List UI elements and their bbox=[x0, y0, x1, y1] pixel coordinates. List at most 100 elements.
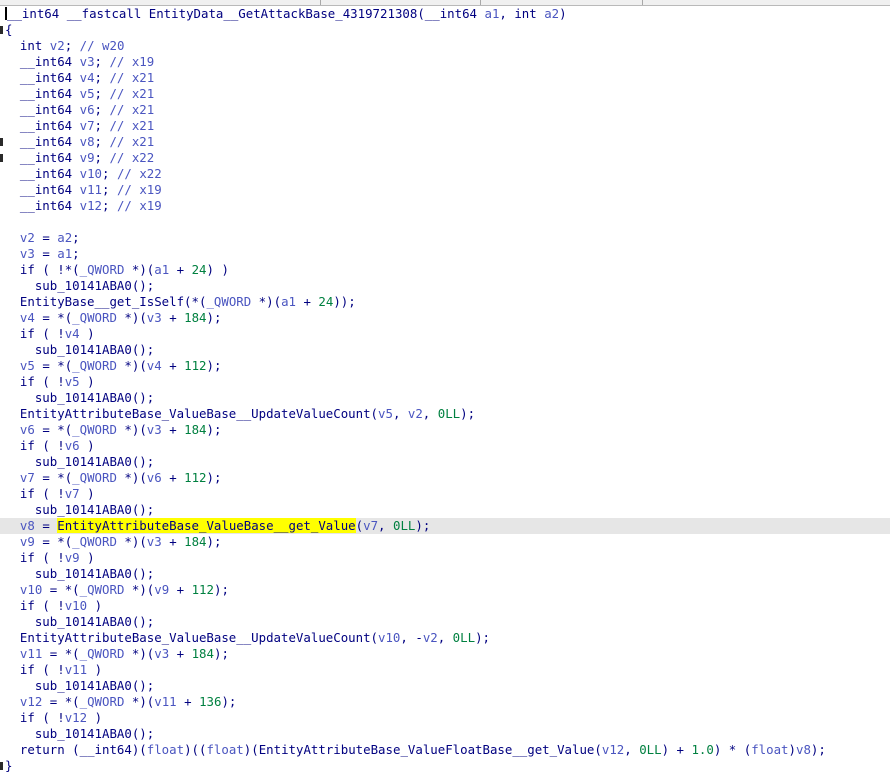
pseudocode-editor[interactable]: __int64 __fastcall EntityData__GetAttack… bbox=[0, 6, 890, 774]
code-line[interactable]: sub_10141ABA0(); bbox=[0, 726, 890, 742]
code-line[interactable]: __int64 v10; // x22 bbox=[0, 166, 890, 182]
punctuation-token[interactable]: = bbox=[50, 646, 57, 661]
code-line[interactable]: sub_10141ABA0(); bbox=[0, 454, 890, 470]
punctuation-token[interactable]: + bbox=[169, 534, 176, 549]
identifier-token[interactable]: if bbox=[20, 486, 35, 501]
punctuation-token[interactable]: *)( bbox=[132, 646, 154, 661]
variable-token[interactable]: v3 bbox=[147, 310, 162, 325]
identifier-token[interactable]: EntityAttributeBase_ValueBase__UpdateVal… bbox=[20, 630, 371, 645]
punctuation-token[interactable]: + bbox=[169, 358, 176, 373]
punctuation-token[interactable]: *)( bbox=[124, 422, 146, 437]
code-line[interactable]: if ( !v6 ) bbox=[0, 438, 890, 454]
identifier-token[interactable]: sub_10141ABA0 bbox=[35, 502, 132, 517]
punctuation-token[interactable]: ( bbox=[417, 6, 424, 21]
punctuation-token[interactable]: ( bbox=[42, 598, 49, 613]
comment-token[interactable]: // x22 bbox=[117, 166, 162, 181]
code-line[interactable]: v2 = a2; bbox=[0, 230, 890, 246]
punctuation-token[interactable]: ; bbox=[65, 38, 72, 53]
identifier-token[interactable]: int bbox=[514, 6, 536, 21]
punctuation-token[interactable]: ) bbox=[789, 742, 796, 757]
punctuation-token[interactable]: , bbox=[624, 742, 631, 757]
punctuation-token[interactable]: ! bbox=[57, 486, 64, 501]
code-line[interactable]: } bbox=[0, 758, 890, 774]
comment-token[interactable]: // x19 bbox=[117, 182, 162, 197]
code-line[interactable]: __int64 __fastcall EntityData__GetAttack… bbox=[0, 6, 890, 22]
punctuation-token[interactable]: = bbox=[42, 518, 49, 533]
number-token[interactable]: 184 bbox=[192, 646, 214, 661]
current-code-line[interactable]: v8 = EntityAttributeBase_ValueBase__get_… bbox=[0, 518, 890, 534]
punctuation-token[interactable]: ) bbox=[87, 438, 94, 453]
punctuation-token[interactable]: *)( bbox=[124, 534, 146, 549]
code-line[interactable]: v3 = a1; bbox=[0, 246, 890, 262]
variable-token[interactable]: v8 bbox=[80, 134, 95, 149]
type-token[interactable]: _QWORD bbox=[80, 262, 125, 277]
variable-token[interactable]: a1 bbox=[281, 294, 296, 309]
punctuation-token[interactable]: = bbox=[42, 422, 49, 437]
punctuation-token[interactable]: (); bbox=[132, 390, 154, 405]
punctuation-token[interactable]: ( bbox=[42, 326, 49, 341]
punctuation-token[interactable]: ) bbox=[87, 550, 94, 565]
identifier-token[interactable]: __int64 bbox=[425, 6, 477, 21]
code-line[interactable]: v10 = *(_QWORD *)(v9 + 112); bbox=[0, 582, 890, 598]
number-token[interactable]: 24 bbox=[192, 262, 207, 277]
punctuation-token[interactable]: ( bbox=[594, 742, 601, 757]
identifier-token[interactable]: __int64 bbox=[20, 54, 72, 69]
variable-token[interactable]: v4 bbox=[80, 70, 95, 85]
punctuation-token[interactable]: ; bbox=[95, 150, 102, 165]
variable-token[interactable]: a2 bbox=[57, 230, 72, 245]
code-line[interactable]: if ( !v4 ) bbox=[0, 326, 890, 342]
variable-token[interactable]: v2 bbox=[408, 406, 423, 421]
punctuation-token[interactable]: = bbox=[42, 534, 49, 549]
punctuation-token[interactable]: *)( bbox=[259, 294, 281, 309]
punctuation-token[interactable]: ( bbox=[42, 486, 49, 501]
code-line[interactable]: v7 = *(_QWORD *)(v6 + 112); bbox=[0, 470, 890, 486]
comment-token[interactable]: // x21 bbox=[109, 118, 154, 133]
punctuation-token[interactable]: (); bbox=[132, 678, 154, 693]
punctuation-token[interactable]: (); bbox=[132, 566, 154, 581]
variable-token[interactable]: v5 bbox=[378, 406, 393, 421]
code-line[interactable]: if ( !v9 ) bbox=[0, 550, 890, 566]
code-line[interactable]: v11 = *(_QWORD *)(v3 + 184); bbox=[0, 646, 890, 662]
identifier-token[interactable]: EntityBase__get_IsSelf bbox=[20, 294, 184, 309]
variable-token[interactable]: a1 bbox=[154, 262, 169, 277]
number-token[interactable]: 0LL bbox=[453, 630, 475, 645]
punctuation-token[interactable]: ( bbox=[42, 438, 49, 453]
variable-token[interactable]: v4 bbox=[147, 358, 162, 373]
punctuation-token[interactable]: *)( bbox=[132, 694, 154, 709]
punctuation-token[interactable]: ; bbox=[95, 102, 102, 117]
punctuation-token[interactable]: ); bbox=[214, 646, 229, 661]
identifier-token[interactable]: EntityAttributeBase_ValueBase__UpdateVal… bbox=[20, 406, 371, 421]
identifier-token[interactable]: if bbox=[20, 710, 35, 725]
variable-token[interactable]: v7 bbox=[65, 486, 80, 501]
punctuation-token[interactable]: + bbox=[169, 310, 176, 325]
identifier-token[interactable]: EntityData__GetAttackBase_4319721308 bbox=[149, 6, 418, 21]
code-line[interactable]: sub_10141ABA0(); bbox=[0, 390, 890, 406]
code-line[interactable]: if ( !v7 ) bbox=[0, 486, 890, 502]
punctuation-token[interactable]: = bbox=[42, 230, 49, 245]
punctuation-token[interactable]: ! bbox=[57, 374, 64, 389]
number-token[interactable]: 24 bbox=[318, 294, 333, 309]
code-line[interactable]: __int64 v12; // x19 bbox=[0, 198, 890, 214]
punctuation-token[interactable]: ) bbox=[95, 598, 102, 613]
number-token[interactable]: 0LL bbox=[393, 518, 415, 533]
punctuation-token[interactable]: *( bbox=[57, 358, 72, 373]
variable-token[interactable]: v10 bbox=[65, 598, 87, 613]
identifier-token[interactable]: return bbox=[20, 742, 65, 757]
variable-token[interactable]: v12 bbox=[65, 710, 87, 725]
code-line[interactable]: v9 = *(_QWORD *)(v3 + 184); bbox=[0, 534, 890, 550]
variable-token[interactable]: v3 bbox=[147, 422, 162, 437]
comment-token[interactable]: // x19 bbox=[109, 54, 154, 69]
code-line[interactable]: __int64 v4; // x21 bbox=[0, 70, 890, 86]
punctuation-token[interactable]: (); bbox=[132, 454, 154, 469]
variable-token[interactable]: v6 bbox=[147, 470, 162, 485]
variable-token[interactable]: v6 bbox=[20, 422, 35, 437]
punctuation-token[interactable]: ); bbox=[207, 358, 222, 373]
code-line[interactable]: EntityAttributeBase_ValueBase__UpdateVal… bbox=[0, 630, 890, 646]
punctuation-token[interactable]: ) bbox=[207, 262, 214, 277]
punctuation-token[interactable]: ! bbox=[57, 438, 64, 453]
comment-token[interactable]: // x21 bbox=[109, 134, 154, 149]
identifier-token[interactable]: __int64 bbox=[20, 150, 72, 165]
code-line[interactable]: EntityAttributeBase_ValueBase__UpdateVal… bbox=[0, 406, 890, 422]
punctuation-token[interactable]: ; bbox=[95, 70, 102, 85]
type-token[interactable]: _QWORD bbox=[72, 534, 117, 549]
